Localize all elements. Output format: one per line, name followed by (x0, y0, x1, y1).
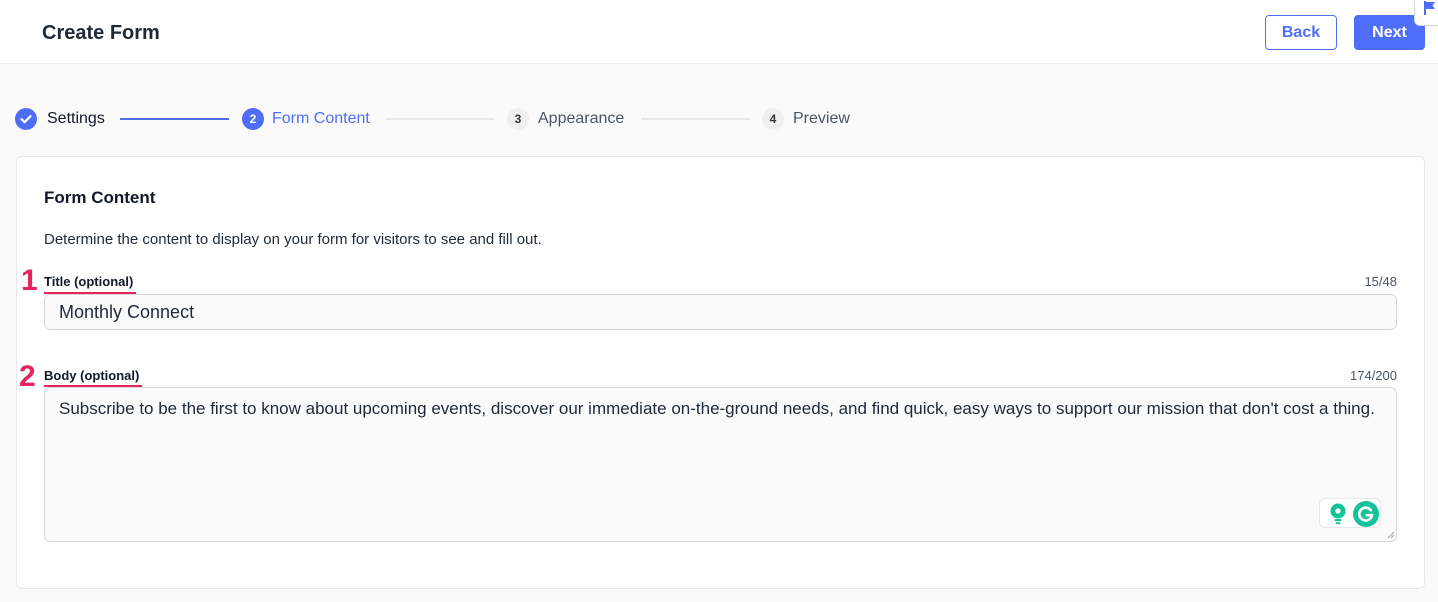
step-form-content-label[interactable]: Form Content (272, 110, 370, 128)
step-preview-label[interactable]: Preview (793, 110, 850, 128)
step-appearance-label[interactable]: Appearance (538, 110, 624, 128)
annotation-marker-2: 2 (19, 360, 36, 393)
form-stepper: Settings 2 Form Content 3 Appearance 4 P… (0, 100, 1438, 138)
top-bar: Create Form Back Next (0, 0, 1438, 64)
section-description: Determine the content to display on your… (44, 231, 542, 248)
body-field-label: Body (optional) (44, 368, 140, 383)
check-icon (20, 115, 32, 124)
step-connector (641, 118, 750, 120)
annotation-marker-1: 1 (21, 264, 38, 297)
step-connector (120, 118, 229, 120)
flag-icon (1424, 1, 1435, 15)
step-connector (386, 118, 494, 120)
title-input[interactable] (44, 294, 1397, 330)
form-content-card: Form Content Determine the content to di… (16, 156, 1425, 589)
step-settings-indicator[interactable] (15, 108, 37, 130)
section-heading: Form Content (44, 188, 156, 207)
writing-assistant-widget (1319, 498, 1381, 528)
back-button[interactable]: Back (1265, 15, 1337, 50)
step-form-content-indicator[interactable]: 2 (242, 108, 264, 130)
title-char-counter: 15/48 (1364, 274, 1397, 289)
feedback-tab[interactable] (1414, 0, 1438, 26)
body-textarea[interactable]: Subscribe to be the first to know about … (44, 387, 1397, 542)
grammarly-icon[interactable] (1353, 501, 1379, 527)
page-title: Create Form (42, 22, 160, 44)
body-char-counter: 174/200 (1350, 368, 1397, 383)
lightbulb-icon[interactable] (1327, 502, 1349, 526)
title-field-label: Title (optional) (44, 274, 134, 289)
resize-handle-icon[interactable] (1387, 531, 1395, 539)
step-preview-indicator[interactable]: 4 (762, 108, 784, 130)
step-appearance-indicator[interactable]: 3 (507, 108, 529, 130)
step-settings-label[interactable]: Settings (47, 110, 105, 128)
